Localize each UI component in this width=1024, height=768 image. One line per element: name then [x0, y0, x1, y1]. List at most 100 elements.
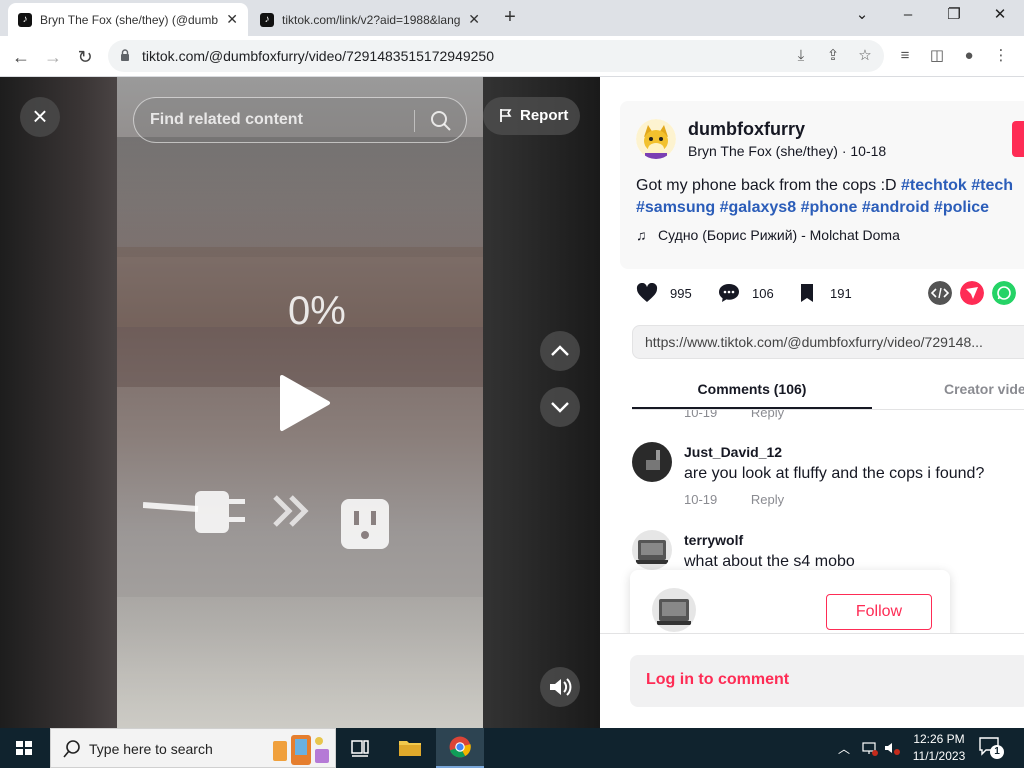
save-count: 191 — [830, 285, 852, 301]
restore-icon[interactable]: ❐ — [940, 4, 968, 26]
lock-icon — [121, 49, 129, 61]
tiktok-favicon-icon: ♪ — [260, 12, 274, 27]
login-link[interactable]: Log in to comment — [646, 671, 789, 689]
commenter-avatar[interactable] — [632, 442, 672, 482]
browser-tab-strip: ♪ Bryn The Fox (she/they) (@dumbfoxfurry… — [0, 0, 1024, 36]
tab-title: Bryn The Fox (she/they) (@dumbfoxfurry) — [40, 12, 219, 27]
embed-code-icon[interactable] — [928, 281, 952, 305]
login-to-comment-bar[interactable]: Log in to comment — [630, 655, 1024, 707]
side-panel-icon[interactable]: ◫ — [926, 45, 948, 67]
clock-time: 12:26 PM — [913, 732, 965, 746]
like-button[interactable]: 995 — [636, 280, 692, 306]
hashtag-link[interactable]: #tech — [971, 177, 1013, 194]
hashtag-link[interactable]: #android — [862, 199, 930, 216]
tab-close-icon[interactable]: ✕ — [468, 11, 480, 28]
windows-start-icon[interactable] — [0, 728, 48, 768]
search-icon — [63, 740, 80, 758]
reply-button[interactable]: Reply — [751, 492, 784, 507]
volume-button[interactable] — [540, 667, 580, 707]
hashtag-link[interactable]: #techtok — [901, 177, 967, 194]
comment-bubble-icon — [719, 284, 739, 302]
send-to-friends-icon[interactable] — [960, 281, 984, 305]
file-explorer-icon[interactable] — [386, 728, 434, 768]
tab-comments[interactable]: Comments (106) — [632, 377, 872, 409]
profile-icon[interactable]: ● — [958, 45, 980, 67]
tab-close-icon[interactable]: ✕ — [226, 11, 238, 28]
browser-tab-active[interactable]: ♪ Bryn The Fox (she/they) (@dumbfoxfurry… — [8, 3, 248, 36]
close-video-button[interactable]: × — [20, 97, 60, 137]
comment-count: 106 — [752, 285, 774, 301]
taskbar-search-placeholder: Type here to search — [89, 741, 213, 757]
post-date: 10-18 — [850, 143, 887, 159]
search-highlight-art-icon — [273, 735, 329, 765]
tiktok-favicon-icon: ♪ — [18, 12, 32, 27]
hashtag-link[interactable]: #galaxys8 — [720, 199, 797, 216]
forward-icon[interactable]: → — [40, 44, 66, 70]
tray-overflow-chevron-icon[interactable]: ︿ — [838, 740, 854, 756]
creator-info-card: dumbfoxfurry Bryn The Fox (she/they) · 1… — [620, 101, 1024, 269]
clock-date: 11/1/2023 — [912, 749, 966, 763]
comment-button[interactable]: 106 — [718, 280, 774, 306]
bookmark-star-icon[interactable]: ☆ — [854, 45, 876, 67]
notification-center-button[interactable]: 1 — [978, 736, 1006, 762]
hashtag-link[interactable]: #samsung — [636, 199, 715, 216]
windows-taskbar: Type here to search ︿ 12:26 PM 11/1/2023… — [0, 728, 1024, 768]
music-title: Судно (Борис Рижий) - Molchat Doma — [658, 227, 900, 243]
back-icon[interactable]: ← — [8, 44, 34, 70]
like-count: 995 — [670, 285, 692, 301]
volume-muted-icon[interactable] — [884, 740, 900, 756]
comment-list[interactable]: 10-19 Reply Just_David_12 are you look a… — [600, 410, 1024, 633]
music-note-icon: ♫ — [636, 227, 647, 243]
video-player[interactable]: × Find related content Report 0% — [0, 77, 600, 728]
share-icon[interactable]: ⇪ — [822, 45, 844, 67]
hover-card-follow-button[interactable]: Follow — [826, 594, 932, 630]
charging-plug-icon — [143, 491, 389, 549]
url-text: tiktok.com/@dumbfoxfurry/video/729148351… — [142, 48, 494, 64]
tab-creator-videos[interactable]: Creator videos — [944, 377, 1024, 401]
minimize-icon[interactable]: – — [894, 4, 922, 26]
install-icon[interactable]: ⤓ — [790, 45, 812, 67]
chrome-icon[interactable] — [436, 728, 484, 768]
music-link[interactable]: ♫ Судно (Борис Рижий) - Molchat Doma — [636, 227, 900, 243]
speaker-icon — [550, 678, 572, 696]
comment-username[interactable]: terrywolf — [684, 532, 743, 548]
creator-avatar[interactable] — [636, 119, 676, 159]
play-icon[interactable] — [278, 373, 332, 433]
new-tab-button[interactable]: + — [498, 6, 522, 30]
comment-date: 10-19 — [684, 492, 718, 507]
hashtag-link[interactable]: #police — [934, 199, 989, 216]
browser-tab[interactable]: ♪ tiktok.com/link/v2?aid=1988&lang ✕ — [250, 3, 490, 36]
whatsapp-icon[interactable] — [992, 281, 1016, 305]
comment-username[interactable]: Just_David_12 — [684, 444, 782, 460]
media-control-icon[interactable]: ≡ — [894, 45, 916, 67]
network-icon[interactable] — [862, 740, 878, 756]
report-button[interactable]: Report — [483, 97, 580, 135]
previous-video-button[interactable] — [540, 331, 580, 371]
chevron-down-icon — [551, 402, 569, 413]
related-search-input[interactable]: Find related content — [133, 97, 467, 143]
creator-username[interactable]: dumbfoxfurry — [688, 119, 805, 140]
taskbar-clock[interactable]: 12:26 PM 11/1/2023 — [904, 731, 974, 765]
follow-button[interactable] — [1012, 121, 1024, 157]
search-icon[interactable] — [430, 110, 452, 132]
window-close-icon[interactable]: ✕ — [986, 4, 1014, 26]
browser-menu-icon[interactable]: ⋮ — [990, 45, 1012, 67]
commenter-avatar[interactable] — [632, 530, 672, 570]
comment-text: are you look at fluffy and the cops i fo… — [684, 465, 985, 482]
creator-nickname: Bryn The Fox (she/they) — [688, 143, 838, 159]
next-video-button[interactable] — [540, 387, 580, 427]
video-details-panel: dumbfoxfurry Bryn The Fox (she/they) · 1… — [600, 77, 1024, 728]
chevron-up-icon — [551, 345, 569, 356]
taskbar-search-box[interactable]: Type here to search — [50, 728, 336, 768]
reload-icon[interactable]: ↻ — [72, 44, 98, 70]
copy-link-field[interactable]: https://www.tiktok.com/@dumbfoxfurry/vid… — [632, 325, 1024, 359]
reply-button[interactable]: Reply — [751, 410, 784, 420]
address-bar[interactable]: tiktok.com/@dumbfoxfurry/video/729148351… — [108, 40, 884, 72]
hashtag-link[interactable]: #phone — [801, 199, 858, 216]
tab-search-chevron-icon[interactable]: ⌄ — [848, 4, 876, 26]
charging-percent-text: 0% — [288, 289, 346, 333]
task-view-icon[interactable] — [336, 728, 384, 768]
hover-card-avatar[interactable] — [652, 588, 696, 632]
save-button[interactable]: 191 — [796, 280, 852, 306]
comment-meta: 10-19 Reply — [684, 492, 784, 507]
